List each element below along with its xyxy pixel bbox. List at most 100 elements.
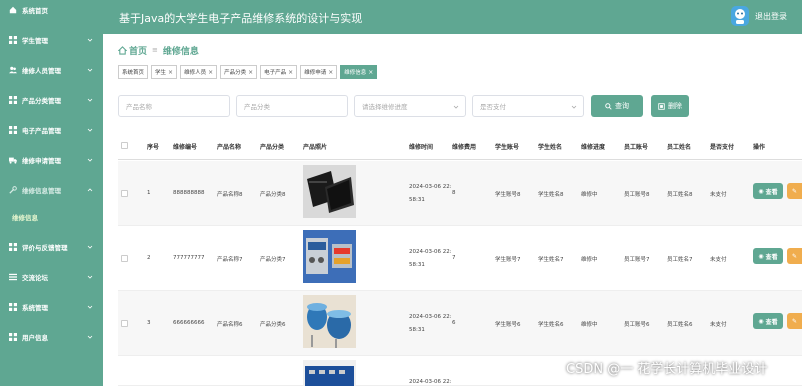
tag-product-category[interactable]: 产品分类 ×: [220, 65, 258, 79]
product-photo: [303, 165, 356, 218]
table-row: 1 888888888 产品名称8 产品分类8 2024-03-06 22: 5…: [118, 161, 802, 226]
close-icon[interactable]: ×: [328, 69, 333, 76]
row-checkbox[interactable]: [121, 320, 128, 327]
col-repair-no: 维修编号: [173, 144, 198, 151]
close-icon[interactable]: ×: [248, 69, 253, 76]
eye-icon: ◉: [758, 252, 764, 260]
cell-student-name: 学生姓名8: [538, 192, 564, 198]
breadcrumb-home[interactable]: 首页: [118, 44, 147, 57]
cell-repair-time-2: 58:31: [409, 327, 425, 333]
tag-label: 学生: [155, 70, 167, 76]
breadcrumb: 首页 ≡ 维修信息: [118, 43, 199, 57]
users-icon: [8, 65, 18, 75]
tag-students[interactable]: 学生 ×: [151, 65, 178, 79]
search-icon: [605, 102, 612, 110]
cell-repair-time-1: 2024-03-06 22:: [409, 184, 452, 190]
col-product-category: 产品分类: [260, 144, 285, 151]
col-paid: 是否支付: [710, 144, 735, 151]
table-row: 3 666666666 产品名称6 产品分类6 2024-03-06 22: 5…: [118, 291, 802, 356]
chevron-down-icon: [87, 98, 93, 102]
product-category-input[interactable]: 产品分类: [236, 95, 348, 117]
cell-repair-time-1: 2024-03-06 22:: [409, 249, 452, 255]
cell-staff-account: 员工账号6: [624, 322, 650, 328]
tag-label: 产品分类: [224, 70, 247, 76]
cell-student-account: 学生账号7: [495, 257, 521, 263]
col-index: 序号: [147, 144, 160, 151]
tag-repair-request[interactable]: 维修申请 ×: [300, 65, 338, 79]
cell-student-name: 学生姓名6: [538, 322, 564, 328]
paid-select[interactable]: 是否支付: [472, 95, 584, 117]
grid-icon: [8, 95, 18, 105]
delete-button[interactable]: 删除: [651, 95, 689, 117]
progress-placeholder: 请选择维修进度: [362, 103, 408, 111]
col-product-photo: 产品照片: [303, 144, 328, 151]
breadcrumb-home-label: 首页: [129, 46, 148, 57]
cell-paid: 未支付: [710, 192, 727, 198]
cell-repair-fee: 8: [452, 190, 456, 196]
chevron-down-icon: [571, 105, 577, 109]
sidebar-item-label: 评价与反馈管理: [22, 244, 68, 252]
sidebar-item-students[interactable]: 学生管理: [0, 25, 103, 55]
cell-product-category: 产品分类6: [260, 322, 286, 328]
product-name-input[interactable]: 产品名称: [118, 95, 230, 117]
edit-button[interactable]: ✎: [787, 183, 802, 199]
sidebar-item-label: 系统管理: [22, 304, 48, 312]
home-icon: [8, 5, 18, 15]
cell-repair-no: 777777777: [173, 255, 205, 261]
sidebar-subitem-repair-info[interactable]: 维修信息: [0, 205, 103, 229]
cell-staff-account: 员工账号8: [624, 192, 650, 198]
sidebar-item-forum[interactable]: 交流论坛: [0, 262, 103, 292]
tag-electronics[interactable]: 电子产品 ×: [260, 65, 298, 79]
view-button[interactable]: ◉ 查看: [753, 313, 783, 329]
sidebar-item-product-category[interactable]: 产品分类管理: [0, 85, 103, 115]
edit-button[interactable]: ✎: [787, 313, 802, 329]
close-icon[interactable]: ×: [208, 69, 213, 76]
cell-paid: 未支付: [710, 322, 727, 328]
grid-icon: [8, 35, 18, 45]
view-button[interactable]: ◉ 查看: [753, 248, 783, 264]
edit-icon: ✎: [791, 252, 798, 260]
sidebar-item-repair-staff[interactable]: 维修人员管理: [0, 55, 103, 85]
tag-repair-info[interactable]: 维修信息 ×: [340, 65, 378, 79]
view-button-label: 查看: [765, 253, 778, 261]
sidebar-item-repair-info[interactable]: 维修信息管理: [0, 175, 103, 205]
chevron-down-icon: [87, 68, 93, 72]
sidebar: 系统首页 学生管理 维修人员管理 产品分类管理 电子产品管理 维修申请管理 维修…: [0, 0, 103, 386]
sidebar-item-system[interactable]: 系统管理: [0, 292, 103, 322]
search-button[interactable]: 查询: [591, 95, 643, 117]
cell-product-category: 产品分类8: [260, 192, 286, 198]
sidebar-item-home[interactable]: 系统首页: [0, 0, 103, 20]
row-checkbox[interactable]: [121, 255, 128, 262]
cell-repair-time-2: 58:31: [409, 197, 425, 203]
search-button-label: 查询: [615, 102, 629, 110]
select-all-checkbox[interactable]: [121, 142, 128, 149]
sidebar-item-label: 交流论坛: [22, 274, 48, 282]
sidebar-item-feedback[interactable]: 评价与反馈管理: [0, 232, 103, 262]
grid-icon: [8, 332, 18, 342]
cell-repair-no: 888888888: [173, 190, 205, 196]
row-checkbox[interactable]: [121, 190, 128, 197]
cell-paid: 未支付: [710, 257, 727, 263]
edit-button[interactable]: ✎: [787, 248, 802, 264]
logout-link[interactable]: 退出登录: [755, 11, 787, 22]
view-button[interactable]: ◉ 查看: [753, 183, 783, 199]
chevron-up-icon: [87, 188, 93, 192]
sidebar-item-electronics[interactable]: 电子产品管理: [0, 115, 103, 145]
close-icon[interactable]: ×: [368, 69, 373, 76]
tag-repair-staff[interactable]: 维修人员 ×: [180, 65, 218, 79]
cell-product-name: 产品名称6: [217, 322, 243, 328]
close-icon[interactable]: ×: [168, 69, 173, 76]
sidebar-item-repair-request[interactable]: 维修申请管理: [0, 145, 103, 175]
progress-select[interactable]: 请选择维修进度: [354, 95, 466, 117]
col-staff-name: 员工姓名: [667, 144, 692, 151]
cell-repair-time-2: 58:31: [409, 262, 425, 268]
tag-home[interactable]: 系统首页: [118, 65, 149, 79]
avatar[interactable]: [731, 6, 749, 26]
cell-index: 3: [147, 320, 151, 326]
cell-student-account: 学生账号6: [495, 322, 521, 328]
cell-repair-fee: 7: [452, 255, 456, 261]
product-photo: [303, 360, 356, 386]
sidebar-item-user-info[interactable]: 用户信息: [0, 322, 103, 352]
chevron-down-icon: [87, 305, 93, 309]
close-icon[interactable]: ×: [288, 69, 293, 76]
